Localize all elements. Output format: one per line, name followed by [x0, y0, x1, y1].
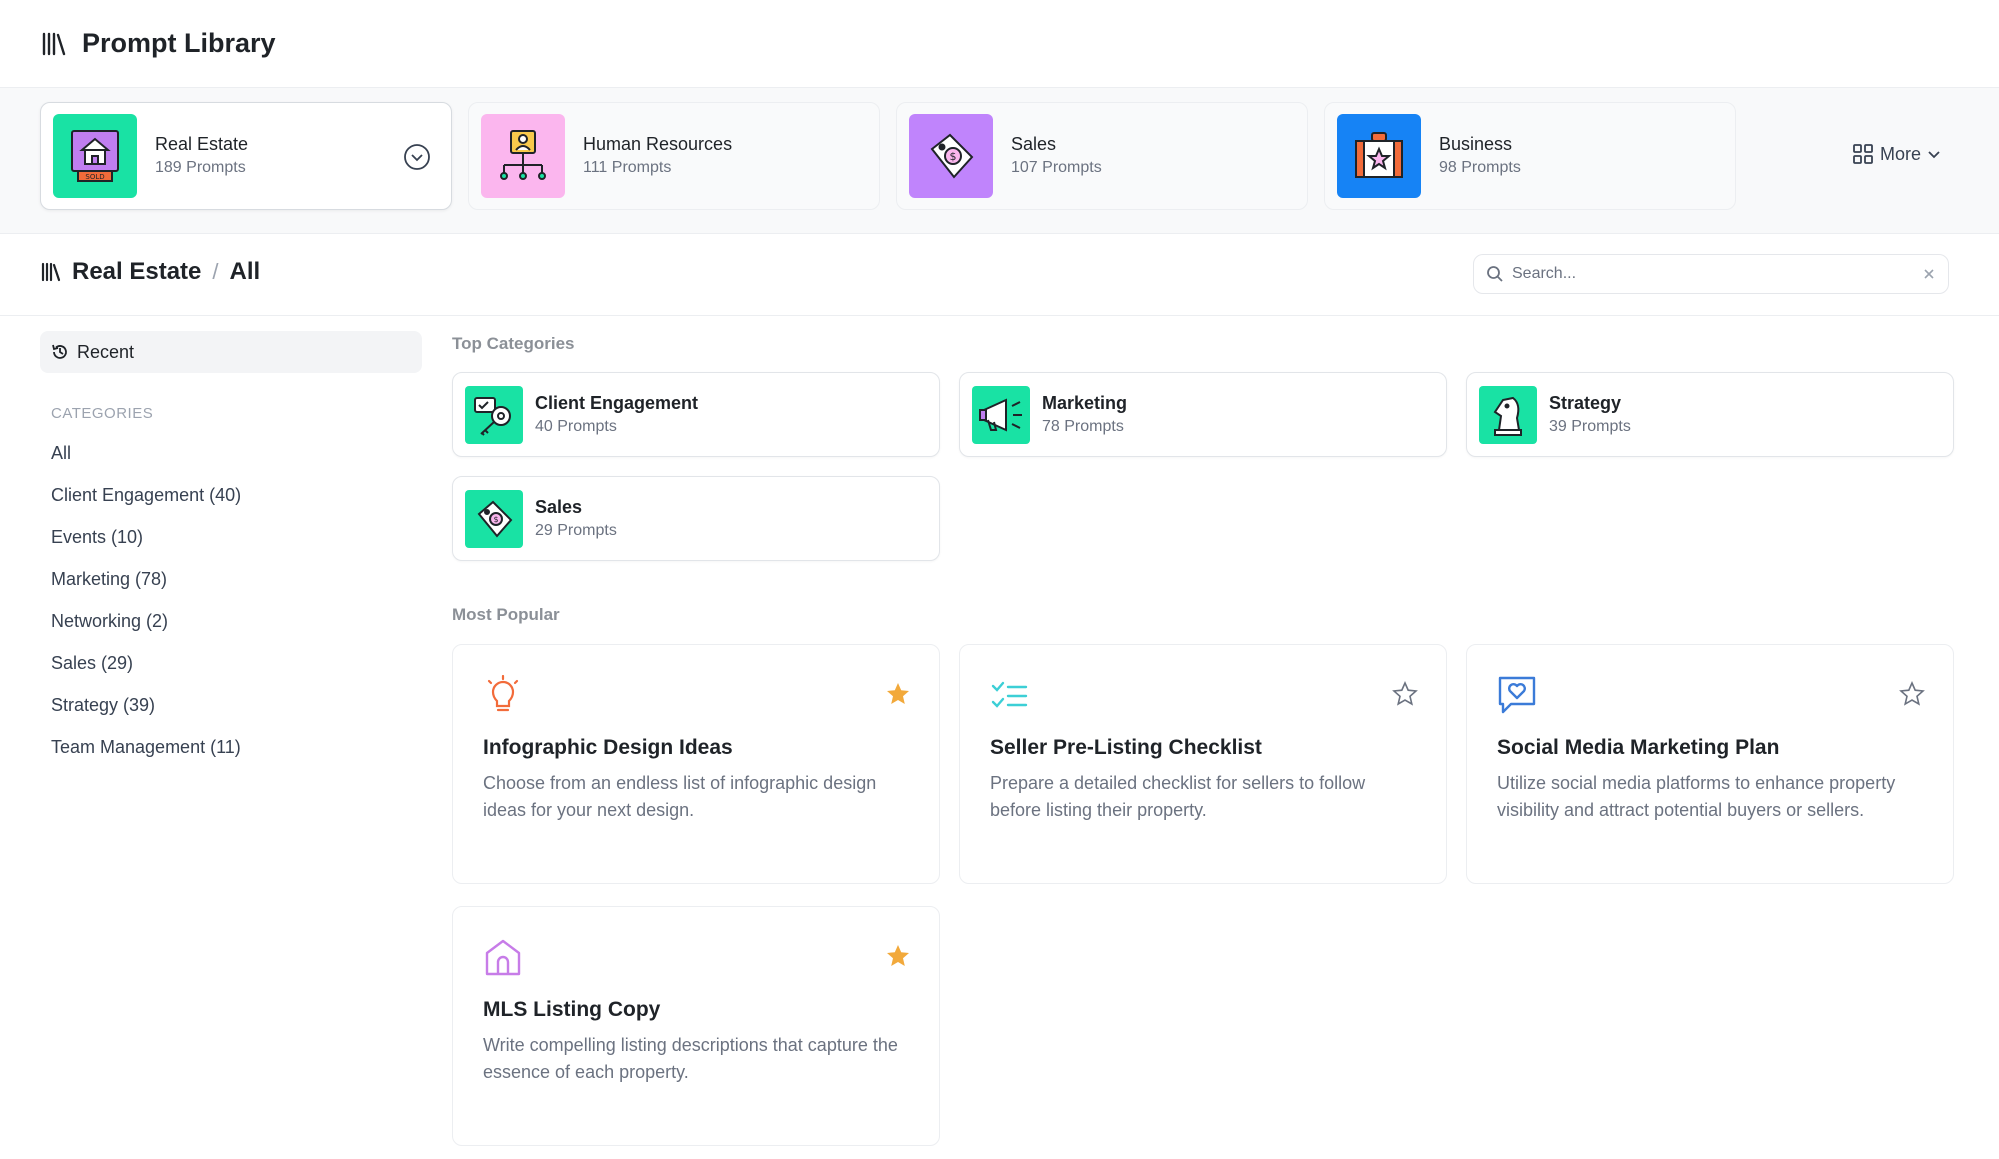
svg-text:SOLD: SOLD	[85, 173, 104, 181]
svg-text:$: $	[493, 515, 498, 524]
app-title: Prompt Library	[82, 28, 276, 58]
library-icon	[42, 32, 66, 55]
industry-card-real-estate[interactable]: SOLD Real Estate 189 Prompts	[40, 102, 452, 210]
sidebar-item-recent[interactable]: Recent	[40, 331, 422, 373]
sidebar-category-networking[interactable]: Networking (2)	[40, 600, 422, 642]
top-categories-label: Top Categories	[452, 334, 575, 353]
breadcrumb-separator: /	[212, 259, 219, 284]
svg-text:$: $	[950, 150, 957, 163]
industry-card-sales[interactable]: $ Sales 107 Prompts	[896, 102, 1308, 210]
prompt-card-mls-listing-copy[interactable]: MLS Listing Copy Write compelling listin…	[452, 906, 940, 1146]
star-filled-icon[interactable]	[885, 943, 911, 969]
top-category-card-strategy[interactable]: Strategy 39 Prompts	[1466, 372, 1954, 457]
price-tag-icon: $	[909, 114, 993, 198]
search-box	[1473, 254, 1949, 294]
sidebar-category-sales[interactable]: Sales (29)	[40, 642, 422, 684]
sold-house-sign-icon: SOLD	[53, 114, 137, 198]
most-popular-label: Most Popular	[452, 605, 560, 624]
prompt-description: Prepare a detailed checklist for sellers…	[990, 773, 1366, 820]
breadcrumb-bar: Real Estate / All	[0, 234, 1999, 316]
search-input[interactable]	[1512, 265, 1922, 283]
more-label: More	[1880, 143, 1922, 164]
close-icon[interactable]	[1922, 267, 1936, 281]
top-category-count: 78 Prompts	[1042, 417, 1124, 435]
breadcrumb-root[interactable]: Real Estate	[72, 258, 201, 286]
app-header: Prompt Library	[0, 0, 1999, 88]
checklist-icon	[991, 681, 1028, 708]
industry-card-business[interactable]: Business 98 Prompts	[1324, 102, 1736, 210]
price-tag-icon: $	[465, 489, 523, 548]
star-outline-icon[interactable]	[1392, 681, 1418, 707]
industry-name: Real Estate	[155, 134, 249, 154]
top-category-card-client-engagement[interactable]: Client Engagement 40 Prompts	[452, 372, 940, 457]
top-category-card-marketing[interactable]: Marketing 78 Prompts	[959, 372, 1447, 457]
recent-label: Recent	[77, 341, 135, 362]
sidebar-category-client-engagement[interactable]: Client Engagement (40)	[40, 474, 422, 516]
industry-name: Human Resources	[583, 134, 733, 154]
prompt-description: Choose from an endless list of infograph…	[483, 773, 877, 820]
sidebar-category-marketing[interactable]: Marketing (78)	[40, 558, 422, 600]
sidebar-category-team-management[interactable]: Team Management (11)	[40, 726, 422, 768]
house-icon	[485, 939, 521, 976]
grid-icon	[1853, 144, 1873, 164]
top-category-count: 39 Prompts	[1549, 417, 1631, 435]
star-outline-icon[interactable]	[1899, 681, 1925, 707]
lightbulb-icon	[487, 674, 519, 712]
search-icon	[1487, 266, 1503, 282]
industry-count: 189 Prompts	[155, 159, 246, 176]
prompt-card-seller-pre-listing-checklist[interactable]: Seller Pre-Listing Checklist Prepare a d…	[959, 644, 1447, 884]
industry-name: Business	[1439, 134, 1513, 154]
sidebar-category-events[interactable]: Events (10)	[40, 516, 422, 558]
library-icon	[41, 262, 61, 282]
prompt-title: Seller Pre-Listing Checklist	[990, 736, 1262, 759]
breadcrumb: Real Estate / All	[40, 258, 260, 286]
top-category-card-sales[interactable]: $ Sales 29 Prompts	[452, 476, 940, 561]
heart-chat-icon	[1498, 676, 1536, 714]
top-category-name: Sales	[535, 496, 583, 517]
history-icon	[52, 344, 67, 359]
industry-count: 107 Prompts	[1011, 159, 1102, 176]
chess-knight-icon	[1479, 385, 1537, 444]
top-category-count: 40 Prompts	[535, 417, 617, 435]
industry-name: Sales	[1011, 134, 1057, 154]
prompt-description: Utilize social media platforms to enhanc…	[1497, 773, 1896, 820]
briefcase-star-icon	[1337, 114, 1421, 198]
prompt-title: MLS Listing Copy	[483, 998, 661, 1021]
star-filled-icon[interactable]	[885, 681, 911, 707]
category-list: All Client Engagement (40) Events (10) M…	[40, 432, 422, 768]
prompt-title: Infographic Design Ideas	[483, 736, 733, 759]
prompt-title: Social Media Marketing Plan	[1497, 736, 1780, 759]
chevron-down-icon	[1928, 151, 1940, 159]
categories-heading: CATEGORIES	[51, 405, 154, 422]
chevron-down-circle-icon[interactable]	[403, 143, 431, 171]
key-chat-icon	[465, 385, 523, 444]
top-category-name: Strategy	[1549, 392, 1622, 413]
breadcrumb-current: All	[229, 258, 261, 285]
sidebar-category-all[interactable]: All	[40, 432, 422, 474]
top-category-count: 29 Prompts	[535, 521, 617, 539]
more-button[interactable]: More	[1852, 143, 1941, 165]
sidebar-category-strategy[interactable]: Strategy (39)	[40, 684, 422, 726]
sidebar: Recent CATEGORIES All Client Engagement …	[40, 331, 422, 768]
industry-count: 98 Prompts	[1439, 159, 1521, 176]
prompt-card-infographic-design-ideas[interactable]: Infographic Design Ideas Choose from an …	[452, 644, 940, 884]
org-chart-icon	[481, 114, 565, 198]
top-category-name: Marketing	[1042, 392, 1128, 413]
prompt-card-social-media-marketing-plan[interactable]: Social Media Marketing Plan Utilize soci…	[1466, 644, 1954, 884]
industry-count: 111 Prompts	[583, 159, 672, 176]
megaphone-icon	[972, 385, 1030, 444]
top-category-name: Client Engagement	[535, 392, 699, 413]
prompt-description: Write compelling listing descriptions th…	[483, 1035, 898, 1082]
industry-card-human-resources[interactable]: Human Resources 111 Prompts	[468, 102, 880, 210]
industry-strip: SOLD Real Estate 189 Prompts Human Resou…	[0, 88, 1999, 234]
